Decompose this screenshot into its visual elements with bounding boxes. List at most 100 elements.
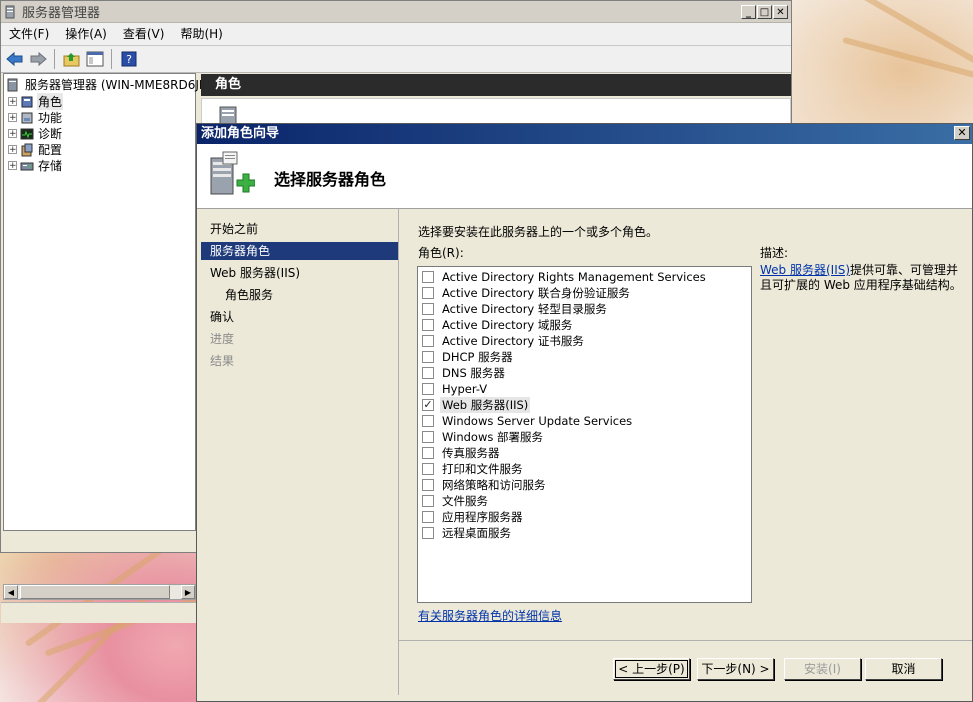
- role-row[interactable]: Active Directory 域服务: [422, 317, 574, 333]
- wizard-header: 选择服务器角色: [197, 144, 972, 209]
- role-checkbox[interactable]: [422, 319, 434, 331]
- tree-item-storage[interactable]: + 存储: [8, 157, 63, 174]
- menu-action[interactable]: 操作(A): [57, 23, 115, 45]
- role-row[interactable]: Windows Server Update Services: [422, 413, 634, 429]
- tree-item-roles[interactable]: + 角色: [8, 93, 64, 110]
- role-checkbox[interactable]: [422, 479, 434, 491]
- role-row[interactable]: 打印和文件服务: [422, 461, 525, 477]
- role-row[interactable]: Hyper-V: [422, 381, 489, 397]
- role-row[interactable]: 传真服务器: [422, 445, 502, 461]
- menu-file[interactable]: 文件(F): [1, 23, 57, 45]
- role-row[interactable]: Active Directory Rights Management Servi…: [422, 269, 708, 285]
- expand-icon[interactable]: +: [8, 129, 17, 139]
- toolbar: ?: [1, 46, 791, 73]
- expand-icon[interactable]: +: [8, 97, 17, 107]
- roles-icon: [21, 96, 33, 107]
- wizard-titlebar[interactable]: 添加角色向导 ✕: [197, 124, 972, 144]
- description-role-link[interactable]: Web 服务器(IIS): [760, 263, 850, 277]
- server-manager-title: 服务器管理器: [22, 6, 101, 21]
- role-checkbox[interactable]: [422, 351, 434, 363]
- install-button[interactable]: 安装(I): [784, 658, 861, 680]
- back-arrow-button[interactable]: [4, 49, 25, 70]
- more-info-link[interactable]: 有关服务器角色的详细信息: [418, 607, 562, 624]
- up-folder-button[interactable]: [61, 49, 82, 70]
- tree-item-label: 角色: [37, 93, 64, 110]
- role-checkbox[interactable]: [422, 447, 434, 459]
- forward-arrow-button[interactable]: [27, 49, 48, 70]
- tree-item-label: 功能: [38, 111, 63, 125]
- role-row[interactable]: 文件服务: [422, 493, 490, 509]
- server-manager-app-icon: [5, 5, 15, 18]
- step-web-server[interactable]: Web 服务器(IIS): [210, 264, 300, 282]
- role-checkbox[interactable]: [422, 287, 434, 299]
- role-row[interactable]: Windows 部署服务: [422, 429, 545, 445]
- step-before-you-begin[interactable]: 开始之前: [210, 220, 258, 238]
- help-button[interactable]: ?: [118, 49, 139, 70]
- role-row[interactable]: DHCP 服务器: [422, 349, 515, 365]
- expand-icon[interactable]: +: [8, 145, 17, 155]
- menu-help[interactable]: 帮助(H): [172, 23, 230, 45]
- add-roles-wizard: 添加角色向导 ✕ 选择服务器角色 开始之前 服务器角色 Web 服务器(IIS)…: [196, 123, 973, 702]
- role-checkbox[interactable]: [422, 415, 434, 427]
- roles-checklist[interactable]: Active Directory Rights Management Servi…: [417, 266, 752, 603]
- role-label: 传真服务器: [442, 446, 500, 460]
- tree-item-configuration[interactable]: + 配置: [8, 141, 63, 158]
- role-row[interactable]: 网络策略和访问服务: [422, 477, 548, 493]
- role-checkbox-checked[interactable]: ✓: [422, 399, 434, 411]
- back-button[interactable]: < 上一步(P): [613, 658, 690, 680]
- role-label: DNS 服务器: [442, 366, 505, 380]
- role-label: Active Directory 证书服务: [442, 334, 584, 348]
- role-checkbox[interactable]: [422, 303, 434, 315]
- wizard-close-button[interactable]: ✕: [954, 126, 970, 140]
- role-checkbox[interactable]: [422, 271, 434, 283]
- role-row[interactable]: 应用程序服务器: [422, 509, 525, 525]
- wizard-steps-nav: 开始之前 服务器角色 Web 服务器(IIS) 角色服务 确认 进度 结果: [197, 209, 399, 695]
- role-row[interactable]: Active Directory 轻型目录服务: [422, 301, 609, 317]
- role-checkbox[interactable]: [422, 335, 434, 347]
- roles-panel-title: 角色: [201, 74, 791, 96]
- tree-item-diagnostics[interactable]: + 诊断: [8, 125, 63, 142]
- minimize-button[interactable]: _: [741, 4, 756, 19]
- tree-item-features[interactable]: + 功能: [8, 109, 63, 126]
- menu-view[interactable]: 查看(V): [115, 23, 173, 45]
- tree-root-item[interactable]: 服务器管理器 (WIN-MME8RD6JRL: [6, 76, 215, 93]
- wizard-title: 添加角色向导: [201, 126, 280, 141]
- maximize-button[interactable]: □: [757, 4, 772, 19]
- role-checkbox[interactable]: [422, 463, 434, 475]
- role-row[interactable]: Active Directory 联合身份验证服务: [422, 285, 632, 301]
- next-button[interactable]: 下一步(N) >: [697, 658, 774, 680]
- role-checkbox[interactable]: [422, 431, 434, 443]
- scroll-thumb[interactable]: [20, 585, 170, 599]
- role-checkbox[interactable]: [422, 511, 434, 523]
- role-label: 网络策略和访问服务: [442, 478, 546, 492]
- menubar: 文件(F) 操作(A) 查看(V) 帮助(H): [1, 23, 791, 46]
- role-checkbox[interactable]: [422, 367, 434, 379]
- expand-icon[interactable]: +: [8, 161, 17, 171]
- svg-text:?: ?: [126, 53, 132, 66]
- step-role-services[interactable]: 角色服务: [225, 286, 273, 304]
- role-row[interactable]: DNS 服务器: [422, 365, 507, 381]
- role-checkbox[interactable]: [422, 495, 434, 507]
- tree-horizontal-scrollbar[interactable]: ◀ ▶: [3, 584, 196, 600]
- show-hide-console-tree-button[interactable]: [84, 49, 105, 70]
- step-server-roles[interactable]: 服务器角色: [201, 242, 398, 260]
- server-manager-titlebar[interactable]: 服务器管理器 _ □ ✕: [1, 1, 791, 23]
- roles-label: 角色(R):: [418, 246, 464, 260]
- role-checkbox[interactable]: [422, 527, 434, 539]
- console-tree: 服务器管理器 (WIN-MME8RD6JRL + 角色 + 功能 + 诊断 + …: [3, 73, 214, 531]
- features-icon: [21, 112, 33, 123]
- role-row[interactable]: 远程桌面服务: [422, 525, 513, 541]
- scroll-left-icon[interactable]: ◀: [4, 585, 18, 599]
- wizard-heading: 选择服务器角色: [274, 170, 387, 189]
- scroll-right-icon[interactable]: ▶: [181, 585, 195, 599]
- expand-icon[interactable]: +: [8, 113, 17, 123]
- wizard-footer: < 上一步(P) 下一步(N) > 安装(I) 取消: [399, 640, 972, 696]
- step-results: 结果: [210, 354, 235, 368]
- cancel-button[interactable]: 取消: [865, 658, 942, 680]
- step-confirmation[interactable]: 确认: [210, 308, 234, 326]
- role-row[interactable]: Active Directory 证书服务: [422, 333, 586, 349]
- close-button[interactable]: ✕: [773, 4, 788, 19]
- role-checkbox[interactable]: [422, 383, 434, 395]
- role-label: 文件服务: [442, 494, 488, 508]
- role-row-selected[interactable]: ✓ Web 服务器(IIS): [422, 397, 531, 413]
